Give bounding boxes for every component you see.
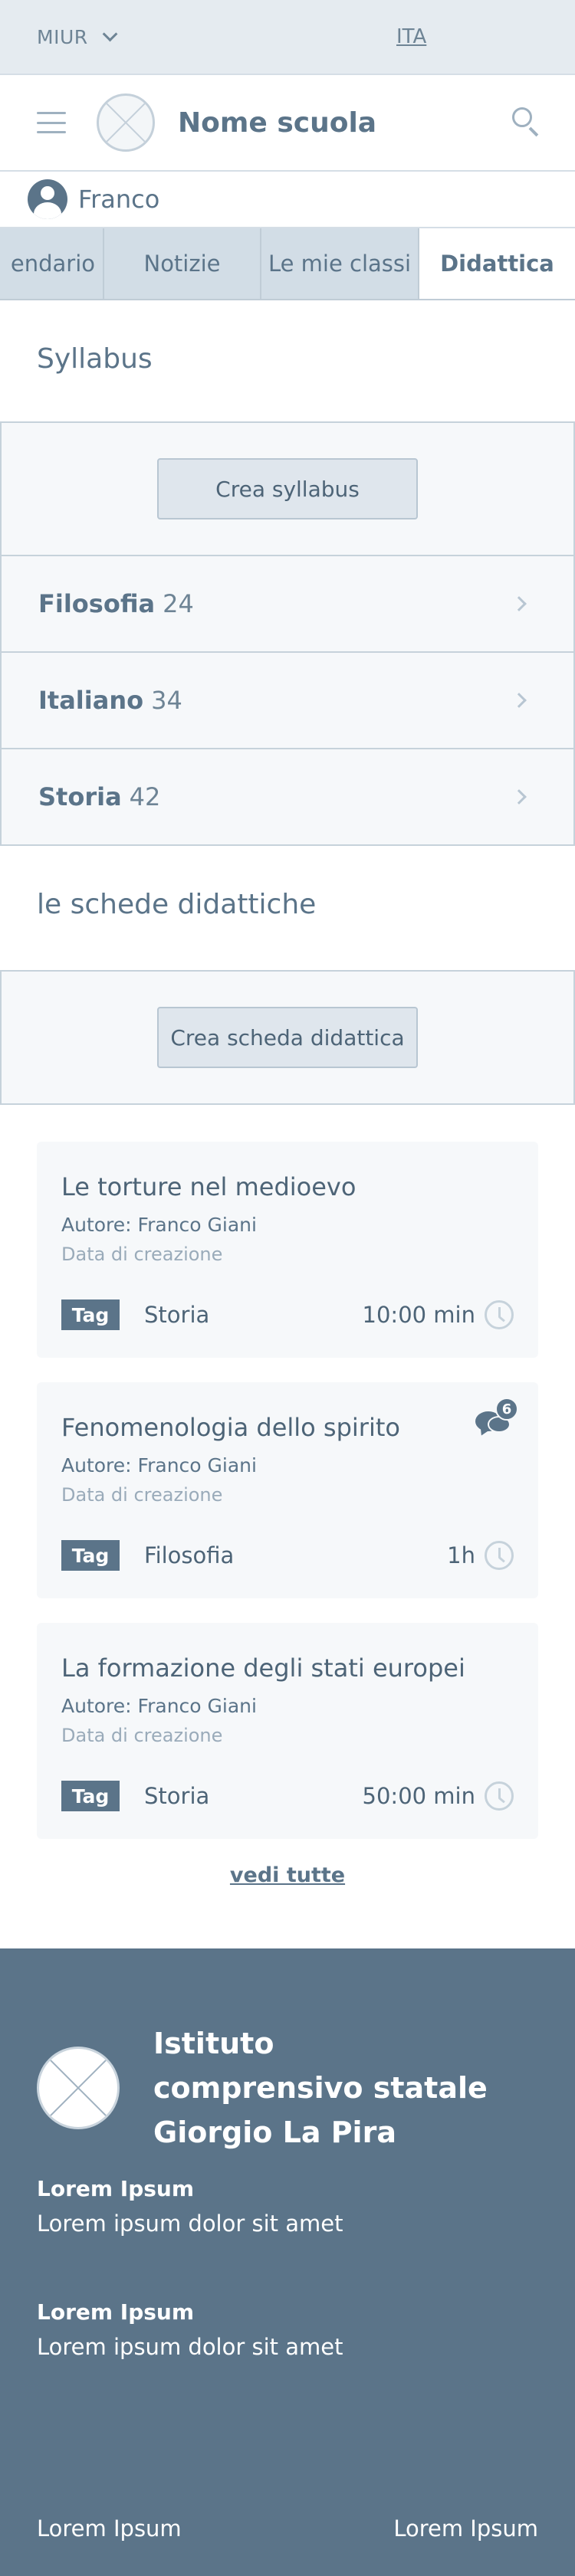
see-all-container: vedi tutte [0,1863,575,1925]
subject-count: 42 [129,782,161,811]
clock-icon [485,1781,514,1811]
scheda-duration: 10:00 min [362,1302,475,1328]
subject-name: Storia [38,782,122,811]
syllabus-title: Syllabus [37,343,153,375]
subject-count: 24 [163,589,194,618]
school-logo [97,93,155,152]
footer-block-title: Lorem Ipsum [37,2176,195,2201]
chevron-right-icon [511,693,527,708]
footer-block-title: Lorem Ipsum [37,2299,195,2325]
chevron-down-icon[interactable] [102,26,118,42]
comments-count-badge: 6 [495,1398,518,1421]
subject-row-italiano[interactable]: Italiano 34 [0,653,575,749]
footer-block-text: Lorem ipsum dolor sit amet [37,2211,343,2237]
chevron-right-icon [511,596,527,611]
footer-link[interactable]: Lorem Ipsum [393,2515,538,2542]
site-footer: Istituto comprensivo statale Giorgio La … [0,1948,575,2576]
clock-icon [485,1541,514,1570]
scheda-author: Autore: Franco Giani [61,1454,257,1476]
hamburger-icon[interactable] [37,112,66,133]
scheda-author: Autore: Franco Giani [61,1214,257,1236]
subject-name: Filosofia [38,589,156,618]
footer-links: Lorem Ipsum Lorem Ipsum [37,2515,538,2542]
scheda-card[interactable]: 6 Fenomenologia dello spirito Autore: Fr… [37,1382,538,1598]
scheda-title: Fenomenologia dello spirito [61,1413,400,1442]
footer-brand: Istituto comprensivo statale Giorgio La … [37,2021,491,2155]
scheda-subject: Storia [144,1783,210,1809]
institute-name: Istituto comprensivo statale Giorgio La … [153,2027,488,2149]
footer-block: Lorem Ipsum Lorem ipsum dolor sit amet [37,2176,343,2237]
tab-bar: endario Notizie Le mie classi Didattica [0,228,575,300]
language-link[interactable]: ITA [396,25,426,48]
subject-count: 34 [151,686,182,715]
tab-didattica[interactable]: Didattica [419,228,575,299]
site-header: Nome scuola [0,74,575,172]
create-syllabus-box: Crea syllabus [0,421,575,556]
scheda-subject: Filosofia [144,1542,235,1568]
create-syllabus-button[interactable]: Crea syllabus [157,458,418,519]
tab-le-mie-classi[interactable]: Le mie classi [261,228,419,299]
user-bar: Franco [0,172,575,228]
schede-title: le schede didattiche [37,889,317,920]
scheda-author: Autore: Franco Giani [61,1695,257,1717]
org-selector[interactable]: MIUR [37,26,88,48]
footer-link[interactable]: Lorem Ipsum [37,2515,182,2542]
scheda-meta: Tag Storia 10:00 min [61,1299,514,1330]
search-icon[interactable] [512,107,541,137]
scheda-title: La formazione degli stati europei [61,1653,465,1683]
school-name: Nome scuola [178,107,377,139]
scheda-subject: Storia [144,1302,210,1328]
tab-notizie[interactable]: Notizie [104,228,261,299]
tag-badge[interactable]: Tag [61,1540,120,1571]
comments-icon[interactable]: 6 [475,1398,518,1436]
scheda-title: Le torture nel medioevo [61,1172,356,1201]
tab-calendario[interactable]: endario [0,228,104,299]
subject-row-filosofia[interactable]: Filosofia 24 [0,556,575,653]
chevron-right-icon [511,789,527,805]
create-scheda-box: Crea scheda didattica [0,970,575,1105]
footer-block: Lorem Ipsum Lorem ipsum dolor sit amet [37,2299,343,2360]
page: MIUR ITA Nome scuola Franco endario Noti… [0,0,575,2576]
scheda-created-date: Data di creazione [61,1244,223,1265]
tag-badge[interactable]: Tag [61,1781,120,1811]
scheda-duration: 1h [447,1542,475,1568]
scheda-meta: Tag Filosofia 1h [61,1540,514,1571]
scheda-duration: 50:00 min [362,1783,475,1809]
schede-list: Le torture nel medioevo Autore: Franco G… [0,1105,575,1839]
scheda-created-date: Data di creazione [61,1725,223,1746]
subject-name: Italiano [38,686,144,715]
user-name[interactable]: Franco [78,185,159,214]
create-scheda-button[interactable]: Crea scheda didattica [157,1007,418,1068]
scheda-meta: Tag Storia 50:00 min [61,1781,514,1811]
scheda-card[interactable]: Le torture nel medioevo Autore: Franco G… [37,1142,538,1358]
footer-block-text: Lorem ipsum dolor sit amet [37,2334,343,2360]
clock-icon [485,1300,514,1329]
scheda-created-date: Data di creazione [61,1484,223,1506]
scheda-card[interactable]: La formazione degli stati europei Autore… [37,1623,538,1839]
see-all-link[interactable]: vedi tutte [230,1863,345,1887]
user-avatar-icon[interactable] [28,179,67,219]
tag-badge[interactable]: Tag [61,1299,120,1330]
school-logo [37,2047,120,2129]
subject-row-storia[interactable]: Storia 42 [0,749,575,846]
top-bar: MIUR ITA [0,0,575,74]
